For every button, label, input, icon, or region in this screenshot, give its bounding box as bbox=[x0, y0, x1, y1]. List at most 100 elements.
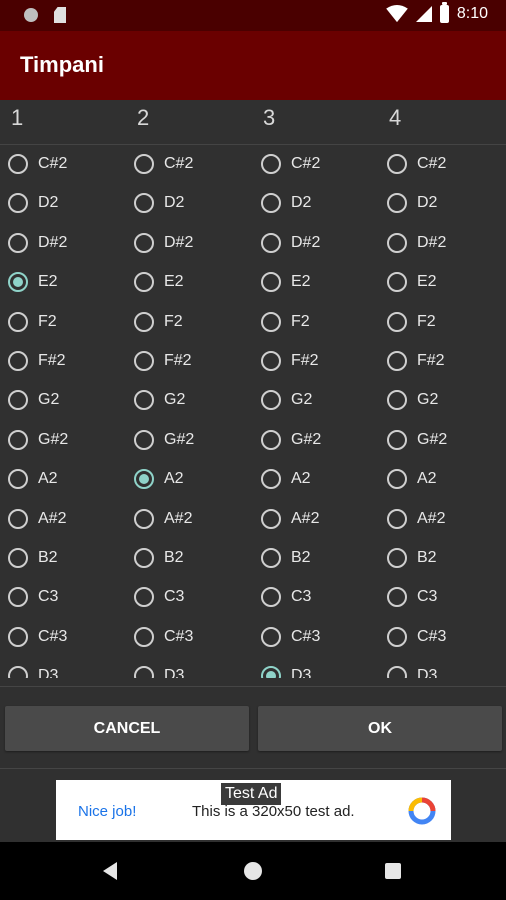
radio-button[interactable] bbox=[387, 548, 407, 568]
radio-button[interactable] bbox=[8, 311, 28, 332]
note-option[interactable]: G#2 bbox=[134, 425, 194, 455]
radio-button[interactable] bbox=[387, 469, 407, 490]
note-option[interactable]: F2 bbox=[134, 307, 183, 337]
note-option[interactable]: A#2 bbox=[387, 504, 445, 534]
back-icon[interactable] bbox=[103, 862, 117, 880]
radio-button[interactable] bbox=[8, 193, 28, 214]
note-option[interactable]: D3 bbox=[387, 661, 437, 678]
note-option[interactable]: C3 bbox=[134, 582, 184, 612]
radio-button[interactable] bbox=[134, 154, 154, 174]
radio-button[interactable] bbox=[387, 272, 407, 293]
radio-button[interactable] bbox=[387, 626, 407, 647]
radio-button[interactable] bbox=[8, 390, 28, 411]
recents-icon[interactable] bbox=[385, 863, 401, 879]
radio-button[interactable] bbox=[387, 508, 407, 529]
radio-button[interactable] bbox=[8, 232, 28, 253]
note-option[interactable]: D2 bbox=[134, 188, 184, 218]
radio-button[interactable] bbox=[134, 193, 154, 214]
note-option[interactable]: F#2 bbox=[261, 346, 319, 376]
radio-button[interactable] bbox=[134, 390, 154, 411]
note-option[interactable]: G#2 bbox=[387, 425, 447, 455]
note-option[interactable]: D#2 bbox=[387, 228, 446, 258]
note-option[interactable]: C#2 bbox=[387, 149, 446, 179]
note-option[interactable]: F2 bbox=[387, 307, 436, 337]
radio-button[interactable] bbox=[134, 351, 154, 371]
note-option[interactable]: A#2 bbox=[261, 504, 319, 534]
radio-button[interactable] bbox=[134, 626, 154, 647]
radio-button[interactable] bbox=[261, 311, 281, 332]
radio-button[interactable] bbox=[8, 272, 28, 293]
radio-button[interactable] bbox=[8, 429, 28, 450]
radio-button[interactable] bbox=[261, 232, 281, 253]
radio-button[interactable] bbox=[134, 272, 154, 293]
radio-button[interactable] bbox=[387, 311, 407, 332]
note-option[interactable]: D2 bbox=[387, 188, 437, 218]
radio-button[interactable] bbox=[8, 587, 28, 608]
note-option[interactable]: F#2 bbox=[134, 346, 192, 376]
radio-button[interactable] bbox=[261, 429, 281, 450]
home-icon[interactable] bbox=[244, 862, 262, 880]
note-option[interactable]: D3 bbox=[134, 661, 184, 678]
note-option[interactable]: B2 bbox=[8, 543, 58, 573]
radio-button[interactable] bbox=[261, 548, 281, 568]
note-option[interactable]: G#2 bbox=[261, 425, 321, 455]
note-option[interactable]: A2 bbox=[8, 464, 58, 494]
note-option[interactable]: G2 bbox=[387, 385, 438, 415]
radio-button[interactable] bbox=[387, 232, 407, 253]
ok-button[interactable]: OK bbox=[258, 706, 502, 751]
note-option[interactable]: F2 bbox=[261, 307, 310, 337]
radio-button[interactable] bbox=[8, 626, 28, 647]
radio-button[interactable] bbox=[261, 390, 281, 411]
cancel-button[interactable]: CANCEL bbox=[5, 706, 249, 751]
note-option[interactable]: E2 bbox=[261, 267, 311, 297]
radio-button[interactable] bbox=[261, 351, 281, 371]
radio-button[interactable] bbox=[8, 508, 28, 529]
radio-button[interactable] bbox=[261, 587, 281, 608]
radio-button[interactable] bbox=[387, 587, 407, 608]
note-option[interactable]: A2 bbox=[387, 464, 437, 494]
radio-button[interactable] bbox=[261, 469, 281, 490]
note-option[interactable]: F#2 bbox=[387, 346, 445, 376]
note-option[interactable]: C#3 bbox=[261, 622, 320, 652]
note-option[interactable]: F#2 bbox=[8, 346, 66, 376]
note-option[interactable]: G2 bbox=[134, 385, 185, 415]
radio-button[interactable] bbox=[134, 311, 154, 332]
radio-button[interactable] bbox=[387, 351, 407, 371]
radio-button[interactable] bbox=[134, 587, 154, 608]
note-option[interactable]: G#2 bbox=[8, 425, 68, 455]
radio-button[interactable] bbox=[261, 193, 281, 214]
radio-button[interactable] bbox=[387, 390, 407, 411]
note-option[interactable]: D2 bbox=[261, 188, 311, 218]
note-option[interactable]: A2 bbox=[261, 464, 311, 494]
note-option[interactable]: G2 bbox=[8, 385, 59, 415]
radio-button[interactable] bbox=[134, 469, 154, 490]
radio-button[interactable] bbox=[8, 666, 28, 678]
note-option[interactable]: E2 bbox=[8, 267, 58, 297]
note-option[interactable]: C#2 bbox=[261, 149, 320, 179]
radio-button[interactable] bbox=[134, 429, 154, 450]
note-option[interactable]: D#2 bbox=[8, 228, 67, 258]
note-option[interactable]: A#2 bbox=[134, 504, 192, 534]
radio-button[interactable] bbox=[261, 154, 281, 174]
note-option[interactable]: D#2 bbox=[134, 228, 193, 258]
note-option[interactable]: C3 bbox=[387, 582, 437, 612]
note-option[interactable]: B2 bbox=[387, 543, 437, 573]
note-option[interactable]: C#3 bbox=[8, 622, 67, 652]
note-option[interactable]: A2 bbox=[134, 464, 184, 494]
radio-button[interactable] bbox=[387, 193, 407, 214]
radio-button[interactable] bbox=[134, 508, 154, 529]
note-option[interactable]: D3 bbox=[261, 661, 311, 678]
note-option[interactable]: C#2 bbox=[8, 149, 67, 179]
radio-button[interactable] bbox=[134, 548, 154, 568]
note-option[interactable]: A#2 bbox=[8, 504, 66, 534]
radio-button[interactable] bbox=[8, 351, 28, 371]
note-option[interactable]: C3 bbox=[8, 582, 58, 612]
note-option[interactable]: B2 bbox=[134, 543, 184, 573]
note-option[interactable]: C#3 bbox=[387, 622, 446, 652]
note-option[interactable]: C#2 bbox=[134, 149, 193, 179]
radio-button[interactable] bbox=[261, 666, 281, 678]
radio-button[interactable] bbox=[134, 232, 154, 253]
note-option[interactable]: E2 bbox=[387, 267, 437, 297]
note-option[interactable]: D2 bbox=[8, 188, 58, 218]
radio-button[interactable] bbox=[261, 272, 281, 293]
